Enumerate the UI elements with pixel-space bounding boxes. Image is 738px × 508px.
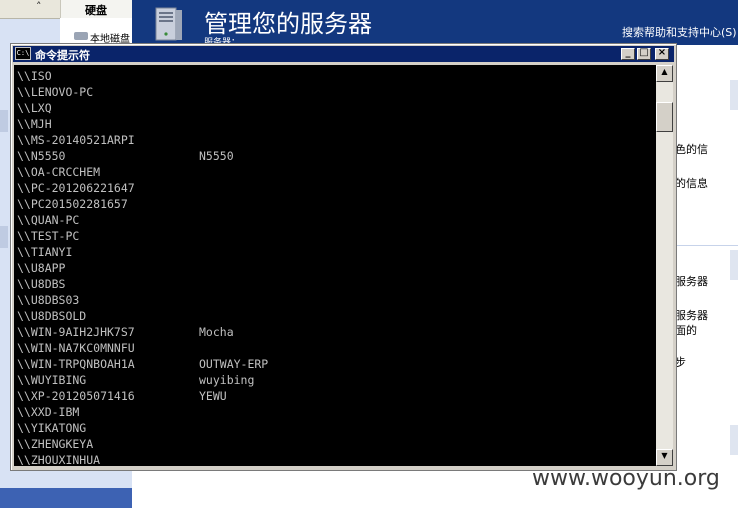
console-line: \\WIN-NA7KC0MNNFU	[17, 340, 653, 356]
left-panel-divider	[0, 226, 8, 248]
host-name: \\QUAN-PC	[17, 213, 80, 227]
server-roles-pane: 色的信 的信息 服务器 服务器 面的 步	[675, 45, 738, 508]
host-name: \\TIANYI	[17, 245, 73, 259]
console-line: \\ZHENGKEYA	[17, 436, 653, 452]
host-comment: Mocha	[199, 325, 234, 339]
console-line: \\PC201502281657	[17, 196, 653, 212]
host-name: \\XXD-IBM	[17, 405, 80, 419]
role-text-fragment: 色的信	[675, 143, 708, 156]
host-comment: wuyibing	[199, 373, 255, 387]
left-panel-footer	[0, 488, 132, 508]
host-name: \\ZHOUXINHUA	[17, 453, 101, 466]
console-output[interactable]: \\ISO \\LENOVO-PC \\LXQ \\MJH \\MS-20140521A…	[14, 65, 656, 466]
host-name: \\U8DBS	[17, 277, 66, 291]
host-name: \\PC-201206221647	[17, 181, 135, 195]
pane-edge	[730, 80, 738, 110]
host-name: \\U8DBSOLD	[17, 309, 87, 323]
close-button[interactable]: ×	[655, 47, 669, 60]
close-icon: ×	[657, 47, 667, 58]
pane-edge	[730, 425, 738, 455]
scrollbar-thumb[interactable]	[656, 102, 673, 132]
left-panel-divider	[0, 110, 8, 132]
console-line: \\U8APP	[17, 260, 653, 276]
console-line: \\WUYIBING wuyibing	[17, 372, 653, 388]
role-text-fragment: 服务器	[675, 309, 708, 322]
arrow-up-icon: ▲	[661, 67, 668, 76]
host-name: \\WIN-TRPQNBOAH1A	[17, 357, 135, 371]
console-line: \\WIN-TRPQNBOAH1A OUTWAY-ERP	[17, 356, 653, 372]
host-name: \\YIKATONG	[17, 421, 87, 435]
console-line: \\TEST-PC	[17, 228, 653, 244]
host-name: \\WIN-NA7KC0MNNFU	[17, 341, 135, 355]
console-line: \\U8DBS03	[17, 292, 653, 308]
maximize-icon: □	[639, 47, 649, 58]
host-name: \\MJH	[17, 117, 52, 131]
host-name: \\WIN-9AIH2JHK7S7	[17, 325, 135, 339]
pane-edge	[730, 250, 738, 280]
disk-tab-label: 硬盘	[85, 4, 107, 17]
console-line: \\QUAN-PC	[17, 212, 653, 228]
scroll-up-button[interactable]: ▲	[656, 65, 673, 82]
help-search-link[interactable]: 搜索帮助和支持中心(S)	[622, 24, 737, 40]
host-comment: YEWU	[199, 389, 227, 403]
command-prompt-window[interactable]: C:\ 命令提示符 _ □ × \\ISO \\LENOVO-PC \\LXQ \\M…	[10, 43, 677, 471]
console-icon[interactable]: C:\	[15, 47, 31, 60]
console-line: \\PC-201206221647	[17, 180, 653, 196]
host-name: \\U8APP	[17, 261, 66, 275]
server-icon	[155, 7, 182, 41]
minimize-button[interactable]: _	[621, 47, 635, 60]
host-comment: OUTWAY-ERP	[199, 357, 269, 371]
disk-tab[interactable]: 硬盘	[60, 0, 133, 18]
host-comment: N5550	[199, 149, 234, 163]
host-name: \\ISO	[17, 69, 52, 83]
role-text-fragment: 服务器	[675, 275, 708, 288]
host-name: \\U8DBS03	[17, 293, 80, 307]
console-line: \\MJH	[17, 116, 653, 132]
console-line: \\TIANYI	[17, 244, 653, 260]
console-line: \\YIKATONG	[17, 420, 653, 436]
page-title: 管理您的服务器	[204, 10, 372, 38]
vertical-scrollbar[interactable]: ▲ ▼	[656, 65, 673, 466]
host-name: \\TEST-PC	[17, 229, 80, 243]
console-line: \\XP-201205071416 YEWU	[17, 388, 653, 404]
console-line: \\U8DBSOLD	[17, 308, 653, 324]
window-titlebar[interactable]: C:\ 命令提示符 _ □ ×	[13, 46, 674, 62]
console-line: \\ISO	[17, 68, 653, 84]
console-line: \\LENOVO-PC	[17, 84, 653, 100]
host-name: \\WUYIBING	[17, 373, 87, 387]
chevron-up-icon[interactable]: ˄	[36, 0, 42, 13]
host-name: \\PC201502281657	[17, 197, 128, 211]
role-text-fragment: 面的	[675, 324, 697, 337]
host-name: \\XP-201205071416	[17, 389, 135, 403]
host-name: \\LXQ	[17, 101, 52, 115]
console-line: \\WIN-9AIH2JHK7S7 Mocha	[17, 324, 653, 340]
host-name: \\LENOVO-PC	[17, 85, 94, 99]
maximize-button[interactable]: □	[637, 47, 651, 60]
watermark: www.wooyun.org	[532, 466, 720, 491]
console-line: \\OA-CRCCHEM	[17, 164, 653, 180]
pane-separator	[675, 245, 738, 246]
host-name: \\ZHENGKEYA	[17, 437, 94, 451]
console-line: \\MS-20140521ARPI	[17, 132, 653, 148]
arrow-down-icon: ▼	[661, 451, 668, 460]
host-name: \\OA-CRCCHEM	[17, 165, 101, 179]
role-text-fragment: 的信息	[675, 177, 708, 190]
console-line: \\XXD-IBM	[17, 404, 653, 420]
host-name: \\N5550	[17, 149, 66, 163]
window-title: 命令提示符	[35, 49, 90, 62]
host-name: \\MS-20140521ARPI	[17, 133, 135, 147]
scroll-down-button[interactable]: ▼	[656, 449, 673, 466]
console-line: \\U8DBS	[17, 276, 653, 292]
console-line: \\N5550 N5550	[17, 148, 653, 164]
server-banner: 管理您的服务器 服务器： 搜索帮助和支持中心(S)	[132, 0, 738, 48]
console-line: \\LXQ	[17, 100, 653, 116]
minimize-icon: _	[625, 47, 631, 58]
console-line: \\ZHOUXINHUA	[17, 452, 653, 466]
hard-drive-icon	[74, 32, 88, 40]
left-panel-header: ˄	[0, 0, 60, 19]
